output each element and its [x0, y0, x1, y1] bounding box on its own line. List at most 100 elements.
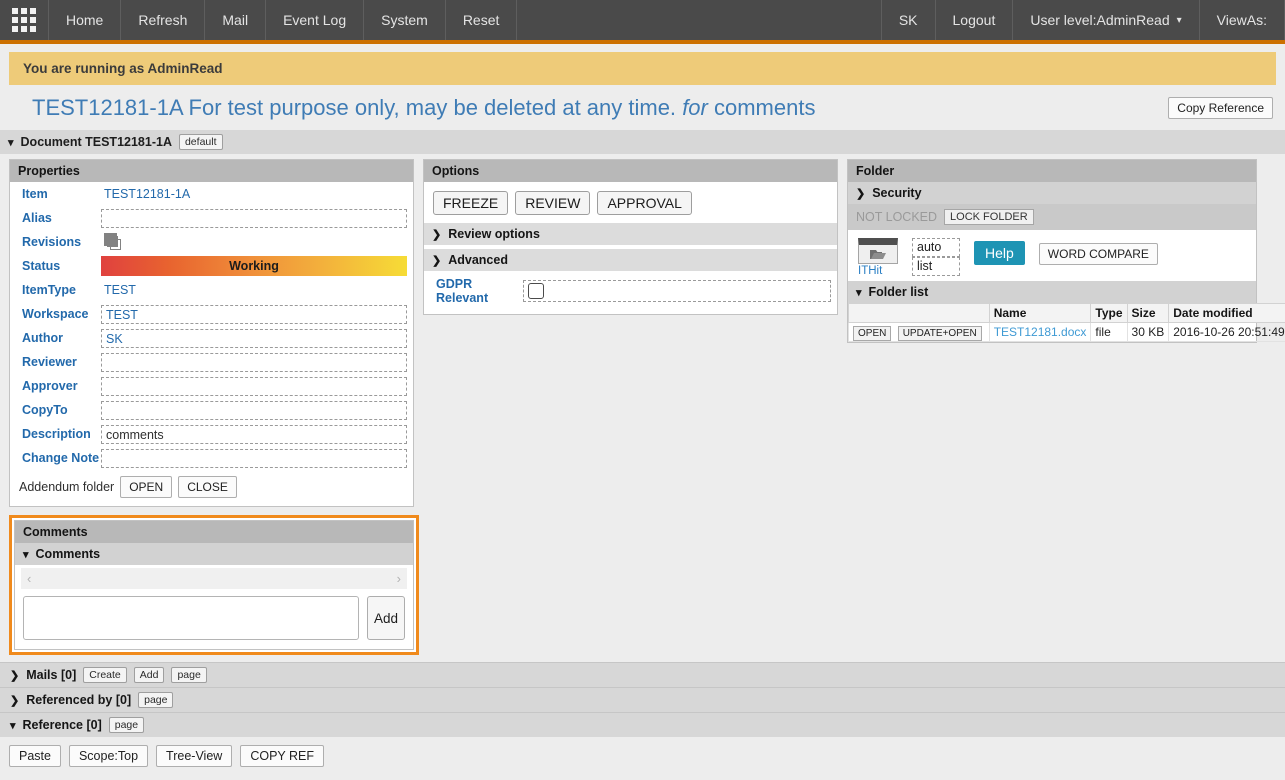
row-date-cell: 2016-10-26 20:51:49	[1168, 322, 1285, 342]
chevron-right-icon: ❯	[432, 228, 442, 241]
nav-item-reset[interactable]: Reset	[446, 0, 518, 40]
review-options-collapsible[interactable]: ❯ Review options	[424, 223, 837, 245]
nav-item-event-log[interactable]: Event Log	[266, 0, 365, 40]
update-open-file-button[interactable]: UPDATE+OPEN	[897, 326, 982, 341]
chevron-down-icon[interactable]: ▾	[8, 136, 14, 149]
scroll-left-icon[interactable]: ‹	[27, 571, 31, 586]
nav-item-view-as[interactable]: ViewAs:	[1200, 0, 1285, 40]
lock-status-row: NOT LOCKED LOCK FOLDER	[848, 204, 1256, 230]
property-row-item: Item TEST12181-1A	[10, 182, 413, 206]
copyto-input[interactable]	[101, 400, 407, 420]
folder-panel: Folder ❯ Security NOT LOCKED LOCK FOLDER…	[847, 159, 1285, 343]
nav-item-system[interactable]: System	[364, 0, 446, 40]
list-field[interactable]: list	[912, 257, 960, 276]
column-header-name: Name	[988, 303, 1092, 323]
workspace-input[interactable]: TEST	[101, 304, 407, 324]
security-collapsible[interactable]: ❯ Security	[848, 182, 1256, 204]
scroll-right-icon[interactable]: ›	[397, 571, 401, 586]
change-note-input[interactable]	[101, 448, 407, 468]
mails-create-button[interactable]: Create	[83, 667, 127, 683]
default-badge[interactable]: default	[178, 134, 223, 150]
top-navigation-bar: Home Refresh Mail Event Log System Reset…	[0, 0, 1285, 44]
nav-label: Logout	[952, 12, 996, 28]
approver-input[interactable]	[101, 376, 407, 396]
nav-label: Home	[66, 12, 104, 28]
reference-section-bar[interactable]: ▾ Reference [0] page	[0, 712, 1285, 737]
nav-label: Event Log	[283, 12, 347, 28]
property-label: Revisions	[22, 235, 82, 249]
row-actions-cell: OPEN UPDATE+OPEN	[848, 322, 990, 342]
tree-view-button[interactable]: Tree-View	[156, 745, 233, 767]
review-button[interactable]: REVIEW	[515, 191, 591, 215]
referenced-by-page-button[interactable]: page	[138, 692, 174, 708]
description-input[interactable]: comments	[101, 424, 407, 444]
nav-item-user-initials[interactable]: SK	[882, 0, 936, 40]
column-header-type: Type	[1090, 303, 1128, 323]
addendum-open-button[interactable]: OPEN	[120, 476, 173, 498]
alias-input[interactable]	[101, 208, 407, 228]
property-value-itemtype: TEST	[104, 283, 136, 297]
help-button[interactable]: Help	[974, 241, 1025, 265]
document-section-bar[interactable]: ▾ Document TEST12181-1A default	[0, 130, 1285, 154]
word-compare-button[interactable]: WORD COMPARE	[1038, 243, 1158, 265]
auto-field[interactable]: auto	[912, 238, 960, 257]
gdpr-relevant-label: GDPR Relevant	[436, 277, 489, 305]
add-comment-button[interactable]: Add	[367, 596, 405, 640]
referenced-by-section-bar[interactable]: ❯ Referenced by [0] page	[0, 687, 1285, 712]
mails-page-button[interactable]: page	[171, 667, 207, 683]
row-type-cell: file	[1090, 322, 1128, 342]
security-label: Security	[872, 186, 922, 200]
advanced-collapsible[interactable]: ❯ Advanced	[424, 249, 837, 271]
reference-page-button[interactable]: page	[108, 717, 145, 733]
property-label: ItemType	[22, 283, 76, 297]
gdpr-relevant-checkbox[interactable]	[528, 283, 544, 299]
file-name-link[interactable]: TEST12181.docx	[994, 325, 1087, 339]
copy-reference-button[interactable]: Copy Reference	[1168, 97, 1273, 119]
chevron-down-icon: ▾	[23, 548, 29, 561]
copy-ref-button[interactable]: COPY REF	[240, 745, 324, 767]
status-badge: Working	[101, 256, 407, 276]
comment-input[interactable]	[23, 596, 359, 640]
lock-folder-button[interactable]: LOCK FOLDER	[944, 209, 1034, 225]
property-label: Reviewer	[22, 355, 77, 369]
nav-spacer	[517, 0, 882, 40]
property-row-itemtype: ItemType TEST	[10, 278, 413, 302]
approval-button[interactable]: APPROVAL	[597, 191, 692, 215]
nav-item-home[interactable]: Home	[49, 0, 122, 40]
grid-apps-icon	[12, 8, 36, 32]
property-row-alias: Alias	[10, 206, 413, 230]
scope-top-button[interactable]: Scope:Top	[68, 745, 149, 767]
mails-add-button[interactable]: Add	[133, 667, 165, 683]
document-section-label: Document TEST12181-1A	[20, 135, 172, 149]
folder-list-label: Folder list	[868, 285, 929, 299]
nav-item-user-level[interactable]: User level:AdminRead ▾	[1013, 0, 1200, 40]
addendum-close-button[interactable]: CLOSE	[178, 476, 237, 498]
open-file-button[interactable]: OPEN	[853, 326, 892, 341]
author-input[interactable]: SK	[101, 328, 407, 348]
chevron-right-icon: ❯	[10, 669, 20, 682]
options-panel-header: Options	[424, 160, 837, 182]
nav-item-refresh[interactable]: Refresh	[121, 0, 206, 40]
ithit-link[interactable]: ITHit	[858, 265, 898, 277]
property-row-status: Status Working	[10, 254, 413, 278]
property-label: Change Note	[22, 451, 100, 465]
freeze-button[interactable]: FREEZE	[433, 191, 509, 215]
open-folder-button[interactable]	[858, 238, 898, 264]
nav-item-logout[interactable]: Logout	[936, 0, 1014, 40]
column-header-size: Size	[1126, 303, 1170, 323]
comments-collapsible[interactable]: ▾ Comments	[15, 543, 413, 565]
reviewer-input[interactable]	[101, 352, 407, 372]
property-label: Status	[22, 259, 61, 273]
page-title: TEST12181-1A For test purpose only, may …	[32, 95, 1168, 121]
grid-apps-button[interactable]	[0, 0, 49, 40]
banner-text: You are running as AdminRead	[23, 61, 223, 76]
folder-open-control: ITHit	[858, 238, 898, 277]
property-row-approver: Approver	[10, 374, 413, 398]
addendum-folder-row: Addendum folder OPEN CLOSE	[10, 470, 413, 506]
revisions-stack-icon[interactable]	[104, 233, 126, 251]
comments-panel-header: Comments	[15, 521, 413, 543]
folder-list-collapsible[interactable]: ▾ Folder list	[848, 281, 1256, 303]
mails-section-bar[interactable]: ❯ Mails [0] Create Add page	[0, 662, 1285, 687]
nav-item-mail[interactable]: Mail	[205, 0, 267, 40]
paste-button[interactable]: Paste	[9, 745, 61, 767]
